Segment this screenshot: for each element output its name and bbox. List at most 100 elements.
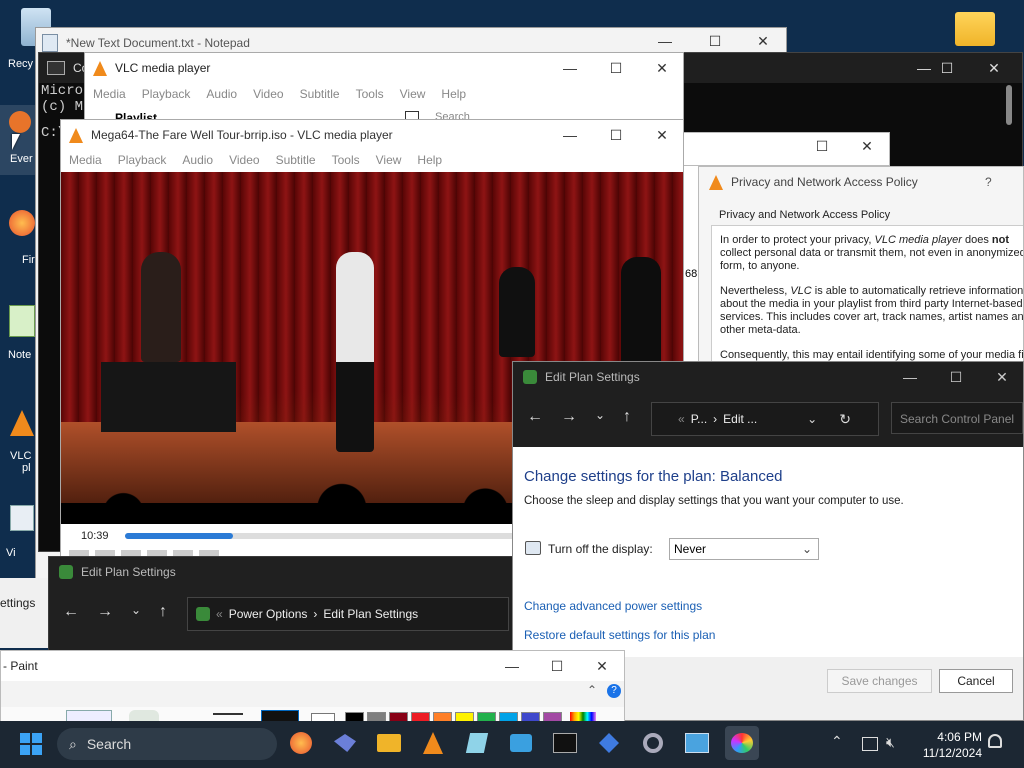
privacy-policy-window[interactable]: Privacy and Network Access Policy ? Priv… <box>698 166 1024 366</box>
search-icon: ⌕ <box>69 735 77 752</box>
network-status-icon[interactable] <box>862 737 878 751</box>
display-timeout-select[interactable]: Never ⌄ <box>669 538 819 560</box>
breadcrumb-item[interactable]: P... <box>691 412 707 426</box>
forward-arrow-icon[interactable]: → <box>561 408 577 426</box>
menu-video[interactable]: Video <box>229 153 259 167</box>
save-changes-button[interactable]: Save changes <box>827 669 932 693</box>
performer <box>621 257 661 367</box>
menu-media[interactable]: Media <box>93 87 126 101</box>
blank-window[interactable]: ☐ ✕ <box>683 132 890 166</box>
help-icon[interactable]: ? <box>607 684 621 698</box>
file-explorer-icon[interactable] <box>375 729 403 757</box>
menu-media[interactable]: Media <box>69 153 102 167</box>
clock[interactable]: 4:06 PM 11/12/2024 <box>912 729 982 761</box>
taskbar-search[interactable]: ⌕ Search <box>57 728 277 760</box>
restore-defaults-link[interactable]: Restore default settings for this plan <box>524 628 715 642</box>
terminal-icon <box>47 61 65 75</box>
minimize-button[interactable]: — <box>547 53 593 83</box>
close-button[interactable]: ✕ <box>639 53 683 83</box>
up-arrow-icon[interactable]: ↑ <box>159 603 167 621</box>
breadcrumb[interactable]: « Power Options › Edit Plan Settings <box>187 597 509 631</box>
menu-tools[interactable]: Tools <box>332 153 360 167</box>
menu-playback[interactable]: Playback <box>118 153 167 167</box>
back-arrow-icon[interactable]: ← <box>63 603 79 621</box>
folder-icon[interactable] <box>955 12 995 46</box>
chevron-down-icon[interactable]: ⌄ <box>595 408 605 422</box>
forward-arrow-icon[interactable]: → <box>97 603 113 621</box>
bird-icon[interactable] <box>331 729 359 757</box>
scrollbar[interactable] <box>1006 85 1012 125</box>
breadcrumb-item[interactable]: Power Options <box>229 607 308 621</box>
start-button[interactable] <box>20 733 42 755</box>
notepad-icon[interactable] <box>463 729 491 757</box>
maximize-button[interactable]: ☐ <box>924 53 970 83</box>
chevron-down-icon[interactable]: ⌄ <box>807 412 817 426</box>
chevron-up-icon[interactable]: ⌃ <box>831 733 843 750</box>
maximize-button[interactable]: ☐ <box>799 133 845 161</box>
box-glyph <box>510 734 532 752</box>
palette-glyph <box>731 733 753 753</box>
search-input[interactable]: Search Control Panel <box>891 402 1023 434</box>
performer <box>336 252 374 452</box>
breadcrumb-item[interactable]: Edit Plan Settings <box>323 607 418 621</box>
window-title: - Paint <box>3 659 38 673</box>
menu-help[interactable]: Help <box>441 87 466 101</box>
control-panel-icon[interactable] <box>683 729 711 757</box>
network-icon[interactable] <box>595 729 623 757</box>
chevron-down-icon[interactable]: ⌄ <box>131 603 141 617</box>
minimize-button[interactable]: — <box>489 651 535 681</box>
close-button[interactable]: ✕ <box>639 120 683 150</box>
menu-audio[interactable]: Audio <box>182 153 213 167</box>
performer <box>141 252 181 362</box>
breadcrumb-separator: › <box>713 412 718 426</box>
firefox-icon[interactable] <box>287 729 315 757</box>
virtualbox-icon[interactable] <box>507 729 535 757</box>
breadcrumb-item[interactable]: Edit ... <box>723 412 757 426</box>
cancel-button[interactable]: Cancel <box>939 669 1013 693</box>
paint-icon[interactable] <box>725 726 759 760</box>
menu-subtitle[interactable]: Subtitle <box>276 153 316 167</box>
menu-subtitle[interactable]: Subtitle <box>300 87 340 101</box>
display-setting-label: Turn off the display: <box>548 542 653 556</box>
close-button[interactable]: ✕ <box>979 362 1023 392</box>
menu-view[interactable]: View <box>376 153 402 167</box>
vlc-icon[interactable] <box>419 729 447 757</box>
policy-text: Nevertheless, <box>720 285 791 297</box>
advanced-settings-link[interactable]: Change advanced power settings <box>524 599 702 613</box>
menu-playback[interactable]: Playback <box>142 87 191 101</box>
minimize-button[interactable]: — <box>547 120 593 150</box>
maximize-button[interactable]: ☐ <box>593 53 639 83</box>
chevron-up-icon[interactable]: ⌃ <box>587 683 597 697</box>
help-button[interactable]: ? <box>985 175 992 189</box>
breadcrumb[interactable]: « P... › Edit ... ⌄ ↻ <box>651 402 879 436</box>
line-width-tool[interactable] <box>213 713 243 715</box>
maximize-button[interactable]: ☐ <box>534 651 580 681</box>
menu-video[interactable]: Video <box>253 87 283 101</box>
close-button[interactable]: ✕ <box>579 651 624 681</box>
menu-view[interactable]: View <box>400 87 426 101</box>
maximize-button[interactable]: ☐ <box>933 362 979 392</box>
everything-icon <box>9 111 31 133</box>
policy-text-box[interactable]: In order to protect your privacy, VLC me… <box>711 225 1023 365</box>
policy-text-emphasis: VLC media player <box>874 234 962 246</box>
close-button[interactable]: ✕ <box>971 53 1017 83</box>
settings-icon[interactable] <box>639 729 667 757</box>
page-subheading: Choose the sleep and display settings th… <box>524 495 904 507</box>
minimize-button[interactable]: — <box>887 362 933 392</box>
window-title: *New Text Document.txt - Notepad <box>66 36 250 50</box>
menu-audio[interactable]: Audio <box>206 87 237 101</box>
volume-muted-icon[interactable]: 🔇︎ <box>886 734 895 751</box>
terminal-icon[interactable] <box>551 729 579 757</box>
firefox-glyph <box>290 732 312 754</box>
notification-bell-icon[interactable] <box>988 734 1002 748</box>
menu-tools[interactable]: Tools <box>356 87 384 101</box>
close-button[interactable]: ✕ <box>844 133 889 161</box>
menu-help[interactable]: Help <box>417 153 442 167</box>
back-arrow-icon[interactable]: ← <box>527 408 543 426</box>
power-options-icon <box>523 370 537 384</box>
desktop-icon-everything[interactable]: Ever <box>0 105 40 175</box>
refresh-icon[interactable]: ↻ <box>839 411 851 428</box>
edit-plan-window-back[interactable]: Edit Plan Settings ← → ⌄ ↑ « Power Optio… <box>48 556 518 656</box>
maximize-button[interactable]: ☐ <box>593 120 639 150</box>
up-arrow-icon[interactable]: ↑ <box>623 408 631 426</box>
